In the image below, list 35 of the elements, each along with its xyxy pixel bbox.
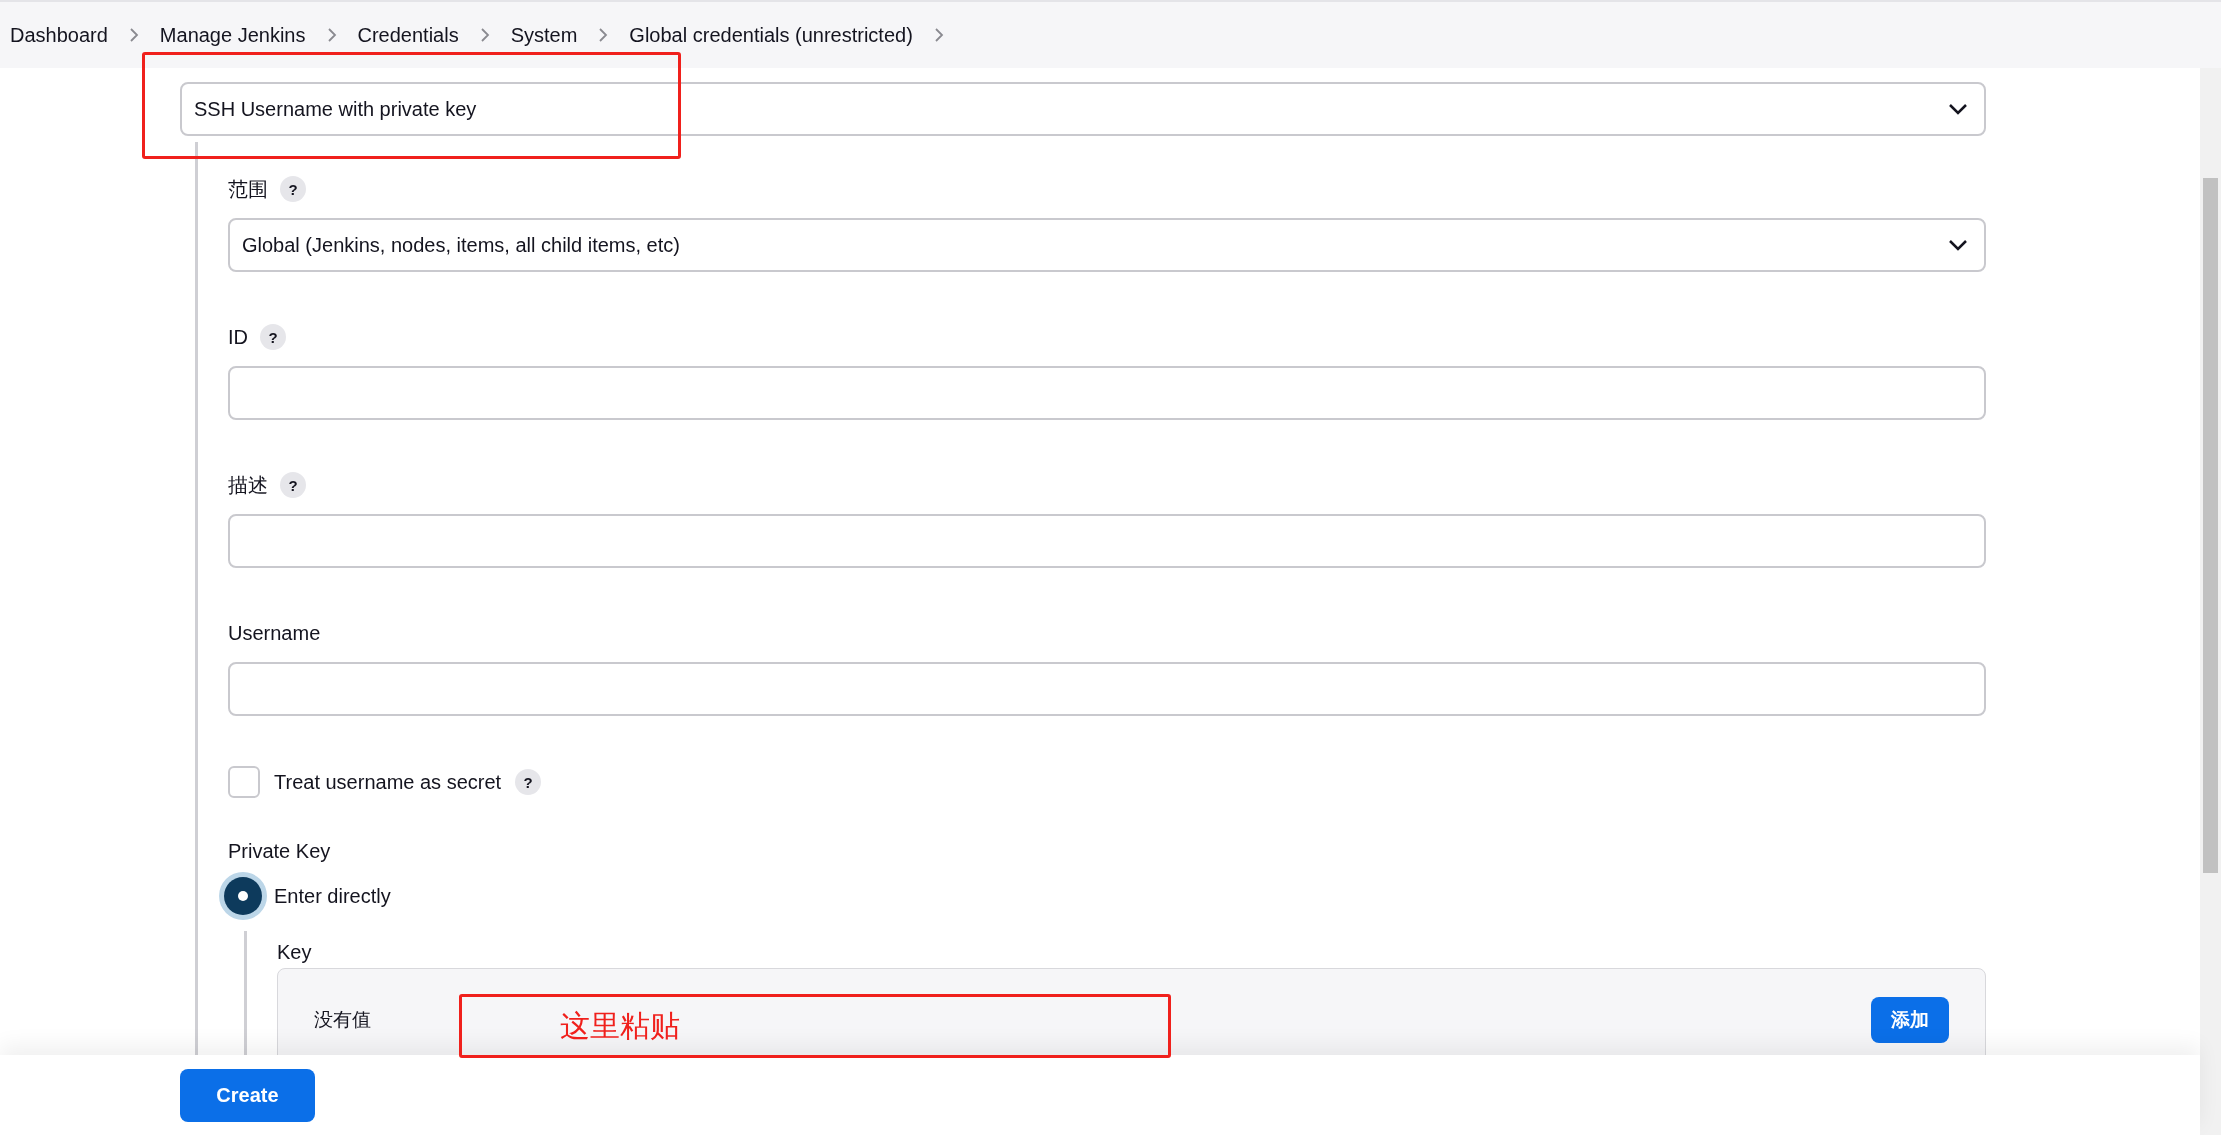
chevron-right-icon (932, 27, 945, 43)
empty-value-text: 没有值 (314, 1008, 371, 1032)
breadcrumb-link[interactable]: System (510, 23, 578, 47)
input-field[interactable] (228, 662, 1986, 716)
create-button[interactable]: Create (180, 1068, 315, 1122)
help-icon[interactable]: ? (260, 324, 286, 350)
help-icon[interactable]: ? (280, 472, 306, 498)
radio-label: Enter directly (274, 884, 391, 908)
scope-select[interactable]: Global (Jenkins, nodes, items, all child items, etc) (228, 218, 1986, 272)
field-label: ID (228, 325, 248, 349)
chevron-down-icon (1948, 103, 1968, 115)
add-button[interactable]: 添加 (1871, 997, 1949, 1043)
field-label: 范围 (228, 176, 268, 202)
breadcrumb-link[interactable]: Credentials (357, 23, 459, 47)
chevron-right-icon (478, 27, 491, 43)
breadcrumb-link[interactable]: Dashboard (10, 23, 108, 47)
field-label: 描述 (228, 472, 268, 498)
checkbox[interactable] (228, 766, 260, 798)
breadcrumb-link[interactable]: Manage Jenkins (159, 23, 306, 47)
scrollbar[interactable] (2200, 68, 2221, 1135)
chevron-down-icon (1948, 239, 1968, 251)
help-icon[interactable]: ? (280, 176, 306, 202)
checkbox-label: Treat username as secret (274, 770, 502, 794)
field-label: Username (228, 621, 321, 645)
chevron-right-icon (597, 27, 610, 43)
input-field[interactable] (228, 366, 1986, 420)
annotation-note: 这里粘贴 (560, 1007, 680, 1044)
breadcrumb-link[interactable]: Global credentials (unrestricted) (629, 23, 913, 47)
field-label: Key (277, 941, 312, 963)
input-field[interactable] (228, 514, 1986, 568)
credential-kind-select[interactable]: SSH Username with private key (180, 82, 1986, 136)
chevron-right-icon (325, 27, 338, 43)
chevron-right-icon (127, 27, 140, 43)
field-label: Private Key (228, 840, 331, 862)
help-icon[interactable]: ? (515, 769, 542, 795)
